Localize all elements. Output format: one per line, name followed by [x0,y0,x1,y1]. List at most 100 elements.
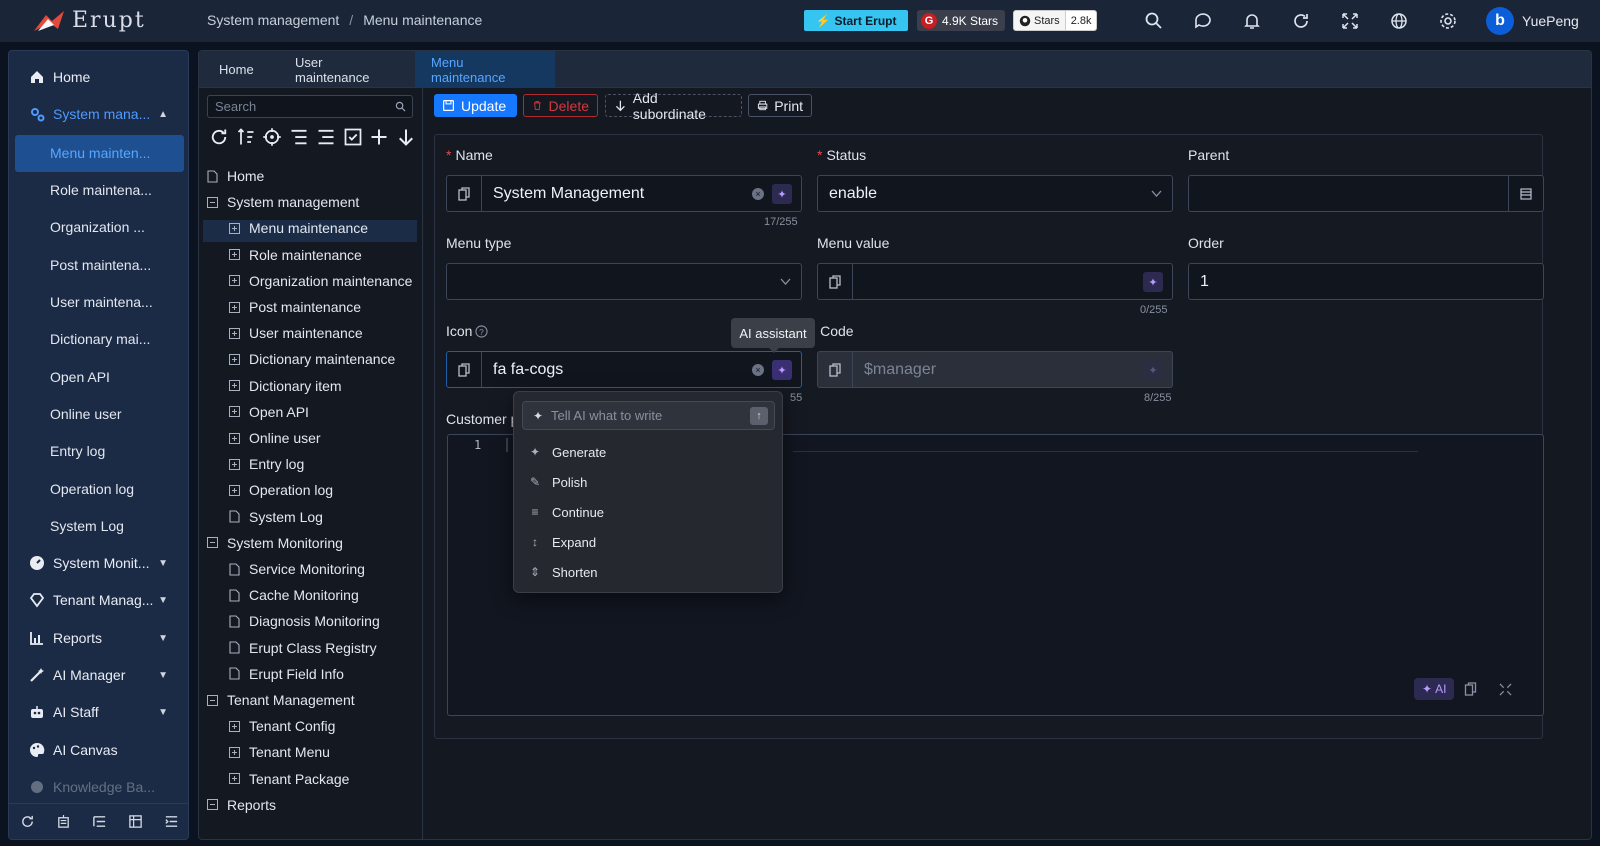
expand-icon[interactable] [229,720,240,732]
tab-user-maintenance[interactable]: User maintenance [279,51,413,88]
ai-sparkle-icon[interactable]: ✦ [1143,272,1163,292]
fullscreen-icon[interactable] [1499,683,1512,696]
start-erupt-badge[interactable]: ⚡ Start Erupt [804,10,908,31]
print-button[interactable]: Print [748,94,812,117]
menu-value-field[interactable]: ✦ [817,263,1173,300]
tree-node[interactable]: Home [207,164,264,188]
expand-icon[interactable] [229,301,240,313]
sidebar-item-system-log[interactable]: System Log [9,508,188,544]
expand-icon[interactable] [229,249,240,261]
copy-icon[interactable] [447,176,482,211]
logo[interactable]: Erupt [32,8,146,33]
expand-icon[interactable] [229,484,240,496]
help-icon[interactable]: ? [475,324,489,338]
sidebar-item-entry-log[interactable]: Entry log [9,433,188,469]
update-button[interactable]: Update [434,94,517,117]
ai-menu-item-expand[interactable]: ↕ Expand [528,528,596,556]
refresh-icon[interactable] [1291,11,1311,31]
copy-icon[interactable] [447,352,482,387]
tree-node[interactable]: Erupt Field Info [229,662,344,686]
expand-icon[interactable] [229,458,240,470]
tree-node[interactable]: Post maintenance [229,295,361,319]
status-select[interactable]: enable [817,175,1173,212]
tree-select-button[interactable] [1508,176,1543,211]
chat-icon[interactable] [1193,11,1213,31]
tree-node[interactable]: Online user [229,426,321,450]
breadcrumb-item[interactable]: System management [207,12,339,28]
tree-node[interactable]: Dictionary maintenance [229,347,395,371]
collapse-icon[interactable] [207,694,218,706]
gear-icon[interactable] [1438,11,1458,31]
plus-icon[interactable] [369,127,389,147]
sidebar-item-menu-maintenance[interactable]: Menu mainten... [9,135,188,171]
expand-icon[interactable] [229,380,240,392]
tree-node[interactable]: System Log [229,505,323,529]
add-subordinate-button[interactable]: Add subordinate [605,90,742,122]
copy-icon[interactable] [1464,682,1477,696]
sidebar-item-system-monitoring[interactable]: System Monit... ▼ [9,545,188,581]
tree-node[interactable]: Erupt Class Registry [229,636,377,660]
tree-node[interactable]: System Monitoring [207,531,343,555]
refresh-icon[interactable] [209,127,229,147]
sidebar-item-post-maintenance[interactable]: Post maintena... [9,247,188,283]
ai-menu-item-polish[interactable]: ✎ Polish [528,468,587,496]
user-name[interactable]: YuePeng [1522,13,1579,29]
tree-node[interactable]: Reports [207,793,276,817]
menu-fold-icon[interactable] [164,814,179,829]
expand-icon[interactable] [229,746,240,758]
layout-icon[interactable] [128,814,143,829]
ai-menu-item-continue[interactable]: ≡ Continue [528,498,604,526]
bell-icon[interactable] [1242,11,1262,31]
tree-node[interactable]: Organization maintenance [229,269,412,293]
tree-icon[interactable] [92,814,107,829]
parent-field[interactable] [1188,175,1544,212]
tree-node[interactable]: Menu maintenance [229,216,368,240]
tree-search-input[interactable]: Search [207,95,413,118]
icon-field[interactable]: fa fa-cogs × ✦ [446,351,802,388]
tree-node[interactable]: Tenant Package [229,767,349,791]
ai-sparkle-icon[interactable]: ✦ [772,184,792,204]
tree-node[interactable]: Tenant Management [207,688,355,712]
tree-node[interactable]: Cache Monitoring [229,583,359,607]
clear-icon[interactable]: × [752,364,764,376]
expand-icon[interactable] [229,773,240,785]
tab-home[interactable]: Home [203,51,279,88]
sidebar-item-online-user[interactable]: Online user [9,396,188,432]
tree-node[interactable]: Open API [229,400,309,424]
collapse-icon[interactable] [207,537,218,549]
expand-icon[interactable] [229,275,240,287]
expand-icon[interactable] [229,353,240,365]
name-field[interactable]: System Management × ✦ [446,175,802,212]
sidebar-item-home[interactable]: Home [9,59,188,95]
tree-node[interactable]: Tenant Menu [229,740,330,764]
copy-icon[interactable] [818,352,853,387]
check-square-icon[interactable] [343,127,363,147]
ai-menu-item-shorten[interactable]: ⇕ Shorten [528,558,598,586]
arrow-down-icon[interactable] [396,127,416,147]
tree-node[interactable]: Tenant Config [229,714,335,738]
expand-all-icon[interactable] [289,127,309,147]
editor-ai-button[interactable]: ✦ AI [1414,678,1455,700]
sidebar-item-knowledge-base[interactable]: Knowledge Ba... [9,769,188,805]
globe-icon[interactable] [1389,11,1409,31]
menu-type-select[interactable] [446,263,802,300]
clear-icon[interactable]: × [752,188,764,200]
gitee-stars-badge[interactable]: G 4.9K Stars [917,10,1005,31]
sort-icon[interactable] [236,127,256,147]
locate-icon[interactable] [262,127,282,147]
fullscreen-icon[interactable] [1340,11,1360,31]
tree-node[interactable]: User maintenance [229,321,363,345]
building-icon[interactable] [56,814,71,829]
sidebar-item-organization[interactable]: Organization ... [9,209,188,245]
delete-button[interactable]: Delete [523,94,598,117]
copy-icon[interactable] [818,264,853,299]
search-icon[interactable] [1144,11,1164,31]
sidebar-item-user-maintenance[interactable]: User maintena... [9,284,188,320]
sidebar-item-ai-canvas[interactable]: AI Canvas [9,732,188,768]
tree-node[interactable]: Dictionary item [229,374,342,398]
tree-node[interactable]: Entry log [229,452,304,476]
tree-node[interactable]: Diagnosis Monitoring [229,609,380,633]
ai-sparkle-icon[interactable]: ✦ [772,360,792,380]
avatar[interactable]: b [1486,7,1514,35]
expand-icon[interactable] [229,432,240,444]
